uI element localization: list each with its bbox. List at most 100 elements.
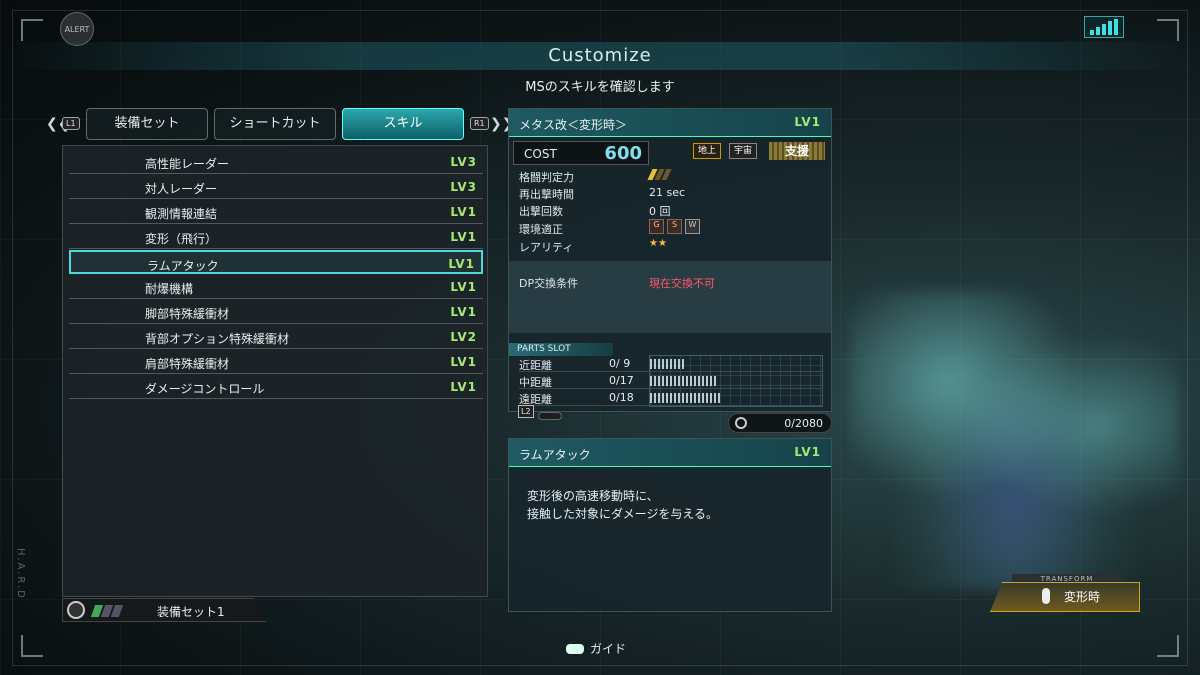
cost-box: COST 600 [513, 141, 649, 165]
unit-info-panel: メタス改＜変形時＞ LV1 COST 600 地上 宇宙 支援 格闘判定力 再出… [508, 108, 832, 412]
parts-row: 中距離 0/17 [519, 373, 823, 389]
skill-level: LV1 [450, 280, 477, 294]
stat-label: 格闘判定力 [519, 171, 574, 184]
page-indicator [538, 412, 562, 420]
tab-skill[interactable]: スキル [342, 108, 464, 140]
capacity-value: 0/2080 [784, 417, 823, 430]
stat-label: 環境適正 [519, 223, 563, 236]
skill-level: LV1 [450, 305, 477, 319]
tab-shortcut[interactable]: ショートカット [214, 108, 336, 140]
list-item[interactable]: 対人レーダー LV3 [69, 175, 483, 199]
env-space-badge: 宇宙 [729, 143, 758, 159]
touchpad-icon [566, 644, 584, 654]
dp-value: 現在交換不可 [649, 277, 715, 290]
transform-toggle[interactable]: TRANSFORM 変形時 [990, 574, 1140, 612]
env-grades: G S W [649, 219, 700, 234]
skill-description-text: 変形後の高速移動時に、 接触した対象にダメージを与える。 [527, 487, 718, 523]
parts-row: 遠距離 0/18 [519, 390, 823, 406]
loadout-label: 装備セット1 [157, 605, 225, 619]
guide-button[interactable]: ガイド [566, 640, 626, 657]
cost-label: COST [524, 147, 557, 161]
grade-ground: G [649, 219, 664, 234]
skill-name: ラムアタック [147, 259, 219, 273]
stat-label: レアリティ [519, 241, 574, 254]
list-item[interactable]: 肩部特殊緩衝材 LV1 [69, 350, 483, 374]
parts-slot-bar [650, 376, 716, 386]
frame-corner [1157, 19, 1179, 41]
transform-label: 変形時 [1064, 590, 1101, 604]
skill-name: 脚部特殊緩衝材 [145, 307, 230, 321]
list-item[interactable]: 耐爆機構 LV1 [69, 275, 483, 299]
skill-name: 観測情報連結 [145, 207, 218, 221]
wrench-icon [735, 417, 747, 429]
skill-description-name: ラムアタック [519, 448, 591, 462]
grade-water: W [685, 219, 700, 234]
loadout-gauge [90, 605, 124, 617]
l1-button[interactable]: L1 [62, 117, 80, 130]
hard-logo-text: H.A.R.D [15, 548, 26, 600]
skill-description-panel: ラムアタック LV1 変形後の高速移動時に、 接触した対象にダメージを与える。 [508, 438, 832, 612]
skill-name: 背部オプション特殊緩衝材 [145, 332, 290, 346]
stat-label: 再出撃時間 [519, 188, 574, 201]
stat-value: 0 回 [649, 205, 671, 218]
list-item[interactable]: 高性能レーダー LV3 [69, 150, 483, 174]
skill-level: LV1 [450, 380, 477, 394]
skill-level: LV2 [450, 330, 477, 344]
skill-description-level: LV1 [794, 445, 821, 459]
skill-list: 高性能レーダー LV3 対人レーダー LV3 観測情報連結 LV1 変形（飛行） LV1… [62, 145, 488, 597]
skill-name: 対人レーダー [145, 182, 218, 196]
rarity-stars: ★★ [649, 238, 667, 249]
parts-value: 0/18 [609, 391, 634, 404]
parts-row: 近距離 0/ 9 [519, 356, 823, 372]
parts-slot-bar [650, 393, 720, 403]
list-item[interactable]: 観測情報連結 LV1 [69, 200, 483, 224]
guide-label: ガイド [590, 642, 627, 656]
dp-label: DP交換条件 [519, 277, 579, 290]
button-icon [1042, 588, 1050, 604]
grade-space: S [667, 219, 682, 234]
list-item[interactable]: ダメージコントロール LV1 [69, 375, 483, 399]
parts-label: 中距離 [519, 376, 552, 389]
cost-value: 600 [604, 143, 642, 164]
skill-description-line: 変形後の高速移動時に、 [527, 489, 659, 503]
skill-description-line: 接触した対象にダメージを与える。 [527, 507, 719, 521]
frame-corner [21, 635, 43, 657]
parts-slot-bar [650, 359, 686, 369]
page-title: Customize [0, 42, 1200, 70]
skill-name: 肩部特殊緩衝材 [145, 357, 230, 371]
stat-value: 21 sec [649, 186, 686, 199]
dp-exchange-area: DP交換条件 現在交換不可 [509, 261, 831, 333]
list-item[interactable]: 変形（飛行） LV1 [69, 225, 483, 249]
r1-button[interactable]: R1 [470, 117, 489, 130]
skill-level: LV1 [450, 205, 477, 219]
skill-name: 変形（飛行） [145, 232, 218, 246]
skill-level: LV1 [450, 355, 477, 369]
skill-name: ダメージコントロール [145, 382, 265, 396]
unit-name: メタス改＜変形時＞ [519, 118, 628, 132]
skill-name: 耐爆機構 [145, 282, 194, 296]
list-item-selected[interactable]: ラムアタック LV1 [69, 250, 483, 274]
skill-level: LV3 [450, 155, 477, 169]
unit-level: LV1 [794, 115, 821, 129]
loadout-selector[interactable]: 装備セット1 [62, 598, 266, 622]
frame-corner [21, 19, 43, 41]
alert-icon: ALERT [60, 12, 94, 46]
square-button-icon [67, 601, 85, 619]
skill-name: 高性能レーダー [145, 157, 230, 171]
list-item[interactable]: 脚部特殊緩衝材 LV1 [69, 300, 483, 324]
list-item[interactable]: 背部オプション特殊緩衝材 LV2 [69, 325, 483, 349]
tab-loadout[interactable]: 装備セット [86, 108, 208, 140]
skill-level: LV1 [450, 230, 477, 244]
skill-level: LV1 [448, 257, 475, 271]
skill-level: LV3 [450, 180, 477, 194]
melee-gauge [647, 169, 672, 180]
l2-button[interactable]: L2 [518, 405, 534, 418]
parts-label: 近距離 [519, 359, 552, 372]
role-badge: 支援 [769, 142, 825, 160]
parts-slot-header: PARTS SLOT [509, 343, 613, 356]
stat-label: 出撃回数 [519, 205, 563, 218]
signal-strength-icon [1084, 16, 1124, 38]
env-ground-badge: 地上 [693, 143, 722, 159]
parts-value: 0/ 9 [609, 357, 631, 370]
frame-corner [1157, 635, 1179, 657]
